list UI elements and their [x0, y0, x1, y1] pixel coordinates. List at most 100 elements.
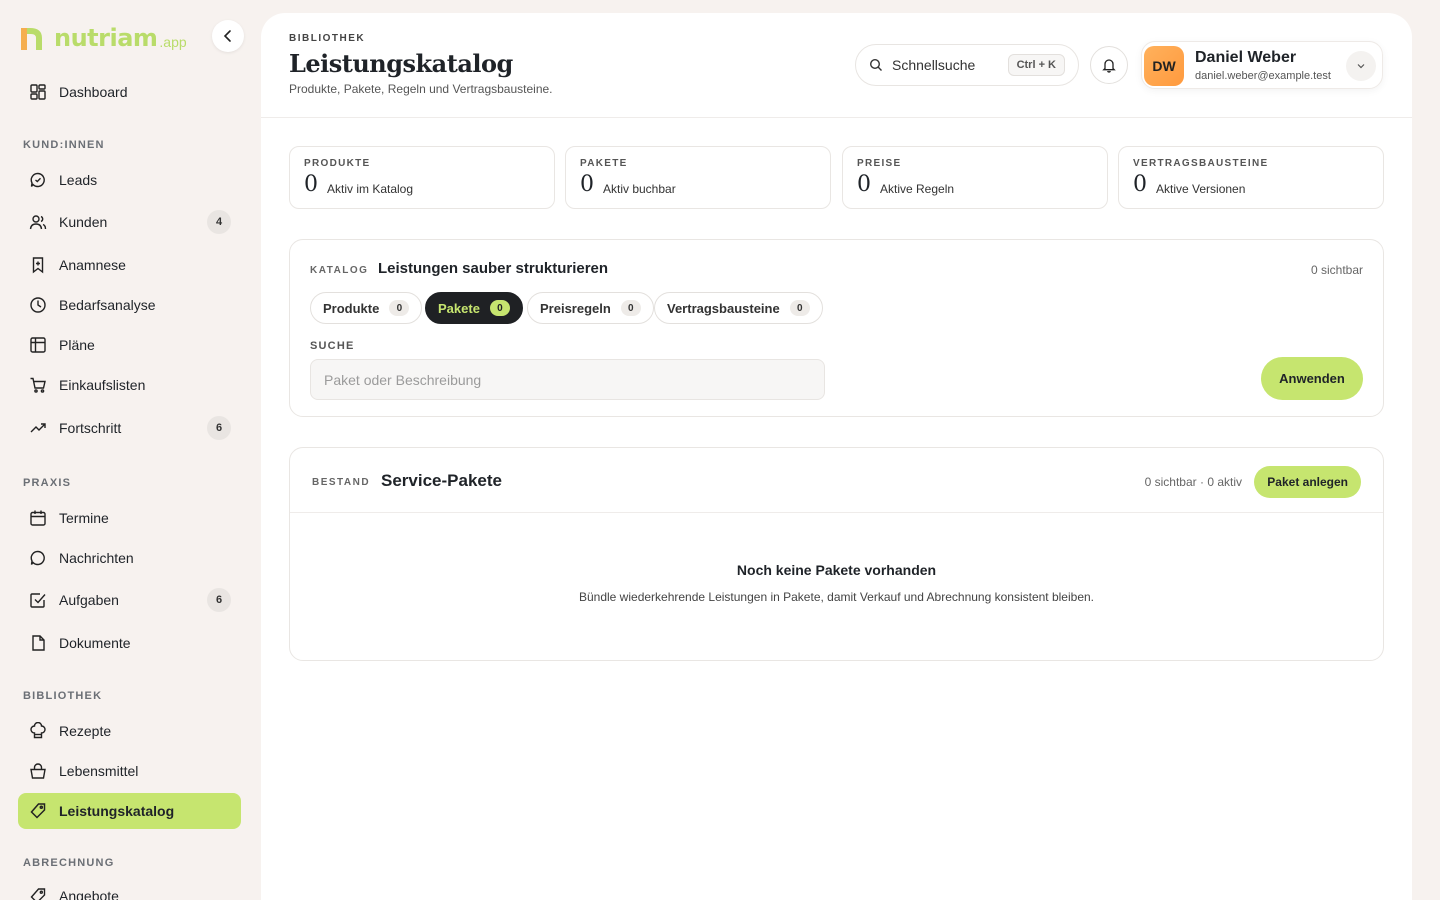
quick-search-button[interactable]: Schnellsuche Ctrl + K — [855, 44, 1079, 86]
divider — [290, 512, 1383, 513]
sidebar-item-aufgaben[interactable]: Aufgaben 6 — [18, 582, 241, 618]
page-subtitle: Produkte, Pakete, Regeln und Vertragsbau… — [289, 82, 553, 96]
sidebar-item-leads[interactable]: Leads — [18, 162, 241, 198]
stat-value: 0 — [580, 172, 594, 197]
catalog-filter-card: KATALOG Leistungen sauber strukturieren … — [289, 239, 1384, 417]
stat-description: Aktive Regeln — [880, 182, 955, 196]
stat-card-contracts: VERTRAGSBAUSTEINE 0 Aktive Versionen — [1118, 146, 1384, 209]
stat-description: Aktive Versionen — [1156, 182, 1246, 196]
sidebar-item-label: Lebensmittel — [59, 763, 139, 779]
sidebar-item-label: Nachrichten — [59, 550, 134, 566]
stat-card-packages: PAKETE 0 Aktiv buchbar — [565, 146, 831, 209]
sidebar-item-label: Angebote — [59, 888, 119, 900]
sidebar-item-leistungskatalog[interactable]: Leistungskatalog — [18, 793, 241, 829]
tab-produkte[interactable]: Produkte 0 — [310, 292, 423, 324]
sidebar-item-dashboard[interactable]: Dashboard — [18, 74, 241, 110]
brand-logo[interactable]: nutriam .app — [18, 20, 187, 52]
tab-count: 0 — [489, 300, 510, 316]
sidebar-item-plaene[interactable]: Pläne — [18, 327, 241, 363]
avatar: DW — [1144, 46, 1184, 86]
count-badge: 6 — [207, 588, 231, 612]
visible-count: 0 sichtbar — [1310, 263, 1363, 277]
empty-state-description: Bündle wiederkehrende Leistungen in Pake… — [578, 590, 1095, 604]
stat-label: PREISE — [857, 158, 902, 169]
tab-label: Vertragsbausteine — [667, 300, 780, 316]
sidebar-item-einkaufslisten[interactable]: Einkaufslisten — [18, 367, 241, 403]
collapse-sidebar-button[interactable] — [212, 20, 244, 52]
stat-label: PRODUKTE — [304, 158, 371, 169]
keyboard-shortcut-hint: Ctrl + K — [1007, 54, 1065, 76]
stat-value: 0 — [304, 172, 318, 197]
sidebar-item-bedarfsanalyse[interactable]: Bedarfsanalyse — [18, 287, 241, 323]
sidebar-item-dokumente[interactable]: Dokumente — [18, 625, 241, 661]
tab-pakete[interactable]: Pakete 0 — [425, 292, 523, 324]
dashboard-icon — [28, 82, 48, 102]
tag-icon — [28, 801, 48, 821]
sidebar-item-anamnese[interactable]: Anamnese — [18, 247, 241, 283]
tab-label: Produkte — [323, 300, 380, 316]
inventory-meta: 0 sichtbar · 0 aktiv — [1144, 475, 1242, 489]
tab-vertragsbausteine[interactable]: Vertragsbausteine 0 — [654, 292, 823, 324]
trend-up-icon — [28, 418, 48, 438]
bell-icon — [1102, 59, 1116, 73]
sidebar-item-label: Pläne — [59, 337, 95, 353]
logo-mark-icon — [21, 28, 42, 50]
notifications-button[interactable] — [1090, 46, 1128, 84]
service-packages-card: BESTAND Service-Pakete 0 sichtbar · 0 ak… — [289, 447, 1384, 661]
empty-state-title: Noch keine Pakete vorhanden — [736, 562, 937, 578]
card-eyebrow: BESTAND — [312, 477, 371, 488]
users-icon — [28, 212, 48, 232]
tab-count: 0 — [620, 300, 641, 316]
section-heading-billing: ABRECHNUNG — [23, 857, 115, 869]
add-package-button[interactable]: Paket anlegen — [1254, 466, 1361, 498]
stat-label: PAKETE — [580, 158, 628, 169]
user-menu-toggle[interactable] — [1346, 51, 1376, 81]
sidebar-item-label: Fortschritt — [59, 420, 122, 436]
count-badge: 4 — [207, 210, 231, 234]
shopping-cart-icon — [28, 375, 48, 395]
tab-count: 0 — [789, 300, 810, 316]
sidebar-item-label: Einkaufslisten — [59, 377, 146, 393]
calendar-icon — [28, 508, 48, 528]
sidebar: nutriam .app Dashboard KUND:INNEN Leads … — [0, 0, 260, 900]
sidebar-item-label: Bedarfsanalyse — [59, 297, 156, 313]
sidebar-item-rezepte[interactable]: Rezepte — [18, 713, 241, 749]
page-header: BIBLIOTHEK Leistungskatalog Produkte, Pa… — [261, 13, 1412, 118]
card-title: Leistungen sauber strukturieren — [378, 260, 609, 277]
sidebar-item-label: Termine — [59, 510, 109, 526]
sidebar-item-label: Leistungskatalog — [59, 803, 175, 819]
stat-value: 0 — [1133, 172, 1147, 197]
card-eyebrow: KATALOG — [310, 265, 369, 276]
sidebar-item-label: Aufgaben — [59, 592, 119, 608]
search-icon — [869, 58, 883, 72]
sidebar-item-label: Leads — [59, 172, 98, 188]
checkbox-icon — [28, 590, 48, 610]
tab-count: 0 — [389, 300, 410, 316]
search-input[interactable] — [310, 359, 825, 400]
user-menu[interactable]: DW Daniel Weber daniel.weber@example.tes… — [1141, 41, 1383, 89]
apply-button[interactable]: Anwenden — [1261, 357, 1363, 400]
sidebar-item-kunden[interactable]: Kunden 4 — [18, 204, 241, 240]
sidebar-item-label: Dokumente — [59, 635, 131, 651]
bookmark-icon — [28, 255, 48, 275]
sidebar-item-angebote[interactable]: Angebote — [18, 878, 241, 900]
stat-card-products: PRODUKTE 0 Aktiv im Katalog — [289, 146, 555, 209]
sidebar-item-lebensmittel[interactable]: Lebensmittel — [18, 753, 241, 789]
user-name: Daniel Weber — [1195, 49, 1297, 66]
table-icon — [28, 335, 48, 355]
count-badge: 6 — [207, 416, 231, 440]
stat-description: Aktiv im Katalog — [327, 182, 414, 196]
chevron-left-icon — [223, 30, 231, 42]
sidebar-item-termine[interactable]: Termine — [18, 500, 241, 536]
sidebar-item-fortschritt[interactable]: Fortschritt 6 — [18, 410, 241, 446]
page-title: Leistungskatalog — [289, 49, 513, 78]
quick-search-label: Schnellsuche — [892, 57, 976, 73]
user-email: daniel.weber@example.test — [1195, 70, 1331, 82]
section-heading-clients: KUND:INNEN — [23, 139, 105, 151]
sidebar-item-label: Kunden — [59, 214, 108, 230]
tab-label: Pakete — [438, 300, 480, 316]
message-icon — [28, 548, 48, 568]
tab-preisregeln[interactable]: Preisregeln 0 — [527, 292, 654, 324]
section-heading-library: BIBLIOTHEK — [23, 690, 103, 702]
sidebar-item-nachrichten[interactable]: Nachrichten — [18, 540, 241, 576]
